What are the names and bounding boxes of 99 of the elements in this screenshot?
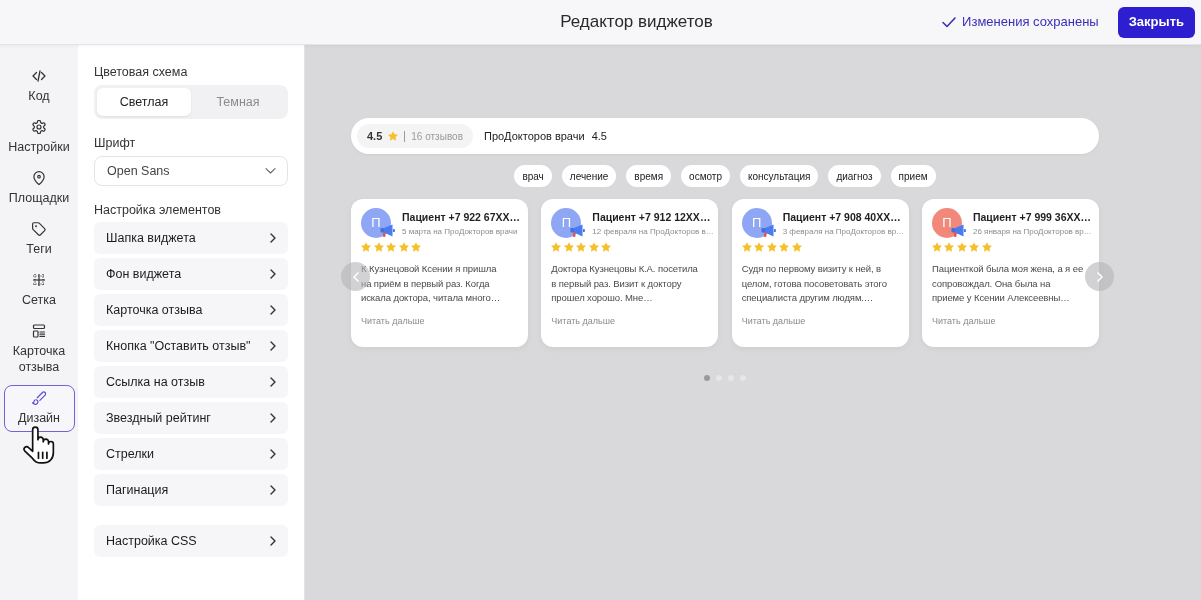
hand-cursor-icon (22, 426, 56, 464)
nav-item[interactable]: Карточка отзыва (3, 318, 75, 381)
tag-filter[interactable]: лечение (561, 165, 617, 187)
star-icon (957, 242, 967, 252)
settings-icon (32, 120, 46, 134)
avatar-initial: П (752, 216, 762, 230)
grid-icon (32, 273, 46, 287)
carousel-next-button[interactable] (1085, 262, 1114, 291)
star-icon (779, 242, 790, 252)
chevron-right-icon (270, 449, 276, 459)
star-icon (969, 242, 980, 252)
star-icon (386, 242, 396, 252)
save-status: Изменения сохранены (962, 13, 1099, 32)
read-more-link[interactable]: Читать дальше (741, 314, 806, 328)
nav-item[interactable]: Сетка (3, 267, 75, 314)
chevron-right-icon (270, 377, 276, 387)
section-label: Шрифт (94, 135, 137, 151)
settings-row[interactable]: Шапка виджета (94, 222, 288, 254)
brush-icon (32, 391, 46, 405)
chevron-right-icon (270, 269, 276, 279)
settings-row[interactable]: Настройка CSS (94, 525, 288, 557)
reviewer-name: Пациент +7 922 67XX… (402, 210, 518, 224)
review-date: 26 января на ПроДокторов вр… (973, 226, 1089, 237)
reviewer-name: Пациент +7 999 36XX… (973, 210, 1089, 224)
review-text: К Кузнецовой Ксении я пришла на приём в первый раз. Когда искала доктора, читала много… (361, 262, 501, 305)
review-date: 5 марта на ПроДокторов врачи (402, 226, 518, 237)
star-icon (766, 242, 777, 252)
star-icon (373, 242, 384, 252)
chevron-right-icon (270, 485, 276, 495)
settings-row[interactable]: Ссылка на отзыв (94, 366, 288, 398)
avatar-initial: П (371, 216, 381, 230)
tag-filter[interactable]: осмотр (681, 165, 730, 187)
chevron-right-icon (270, 305, 276, 315)
review-text: Доктора Кузнецовы К.А. посетила в первый раз. Визит к доктору прошел хорошо. Мне… (551, 262, 698, 305)
nav-item[interactable]: Код (3, 63, 75, 110)
section-label: Настройка элементов (94, 202, 222, 218)
nav-item[interactable]: Дизайн (3, 385, 75, 432)
chevron-down-icon (265, 168, 276, 174)
scheme-tab[interactable]: Светлая (97, 88, 191, 116)
megaphone-icon (760, 224, 776, 237)
star-icon (754, 242, 765, 252)
settings-row[interactable]: Карточка отзыва (94, 294, 288, 326)
star-icon (411, 242, 421, 252)
nav-item[interactable]: Настройки (3, 114, 75, 161)
megaphone-icon (951, 224, 966, 237)
tag-filter[interactable]: диагноз (828, 165, 881, 187)
chevron-right-icon (270, 233, 276, 243)
nav-item[interactable]: Площадки (3, 165, 75, 212)
tag-filter[interactable]: время (626, 165, 672, 187)
avatar-initial: П (942, 216, 952, 230)
read-more-link[interactable]: Читать дальше (932, 314, 996, 328)
window-title: Редактор виджетов (560, 11, 713, 34)
star-icon (388, 131, 399, 141)
review-count: 16 отзывов (411, 129, 463, 144)
avatar-initial: П (561, 216, 571, 230)
star-icon (563, 242, 574, 252)
settings-row[interactable]: Пагинация (94, 474, 288, 506)
check-icon (942, 16, 957, 28)
reviewer-name: Пациент +7 912 12XX… (592, 210, 709, 224)
chevron-right-icon (270, 341, 276, 351)
map-pin-icon (32, 171, 46, 185)
review-text: Пациенткой была моя жена, а я ее сопровождал. Она была на приеме у Ксении Алексеевны… (932, 262, 1084, 305)
code-icon (32, 69, 46, 83)
megaphone-icon (570, 224, 586, 237)
star-icon (551, 242, 562, 252)
tag-filter[interactable]: прием (890, 165, 936, 187)
settings-row[interactable]: Звездный рейтинг (94, 402, 288, 434)
chevron-right-icon (270, 536, 276, 546)
reviewer-name: Пациент +7 908 40XX… (782, 210, 899, 224)
settings-row[interactable]: Стрелки (94, 438, 288, 470)
read-more-link[interactable]: Читать дальше (361, 314, 425, 328)
settings-row[interactable]: Фон виджета (94, 258, 288, 290)
chevron-right-icon (270, 413, 276, 423)
review-text: Судя по первому визиту к ней, в целом, готова посоветовать этого специалиста другим людям.… (741, 262, 887, 305)
star-icon (741, 242, 752, 252)
tag-icon (32, 222, 46, 236)
star-icon (398, 242, 409, 252)
star-icon (588, 242, 599, 252)
tag-filter[interactable]: врач (514, 165, 552, 187)
star-icon (361, 242, 371, 252)
settings-row[interactable]: Кнопка "Оставить отзыв" (94, 330, 288, 362)
layout-icon (32, 324, 46, 338)
carousel-prev-button[interactable] (341, 262, 370, 291)
section-label: Цветовая схема (94, 64, 189, 80)
source-rating: 4.5 (591, 128, 607, 144)
tag-filter[interactable]: консультация (740, 165, 819, 187)
megaphone-icon (380, 224, 395, 237)
star-icon (791, 242, 802, 252)
star-icon (982, 242, 992, 252)
star-icon (932, 242, 942, 252)
read-more-link[interactable]: Читать дальше (551, 314, 615, 328)
close-button[interactable]: Закрыть (1117, 6, 1195, 38)
star-icon (576, 242, 587, 252)
star-icon (601, 242, 612, 252)
nav-item[interactable]: Теги (3, 216, 75, 263)
font-dropdown[interactable]: Open Sans (94, 156, 288, 186)
star-icon (944, 242, 955, 252)
source-name: ПроДокторов врачи (483, 128, 585, 144)
rating-value: 4.5 (367, 128, 383, 144)
